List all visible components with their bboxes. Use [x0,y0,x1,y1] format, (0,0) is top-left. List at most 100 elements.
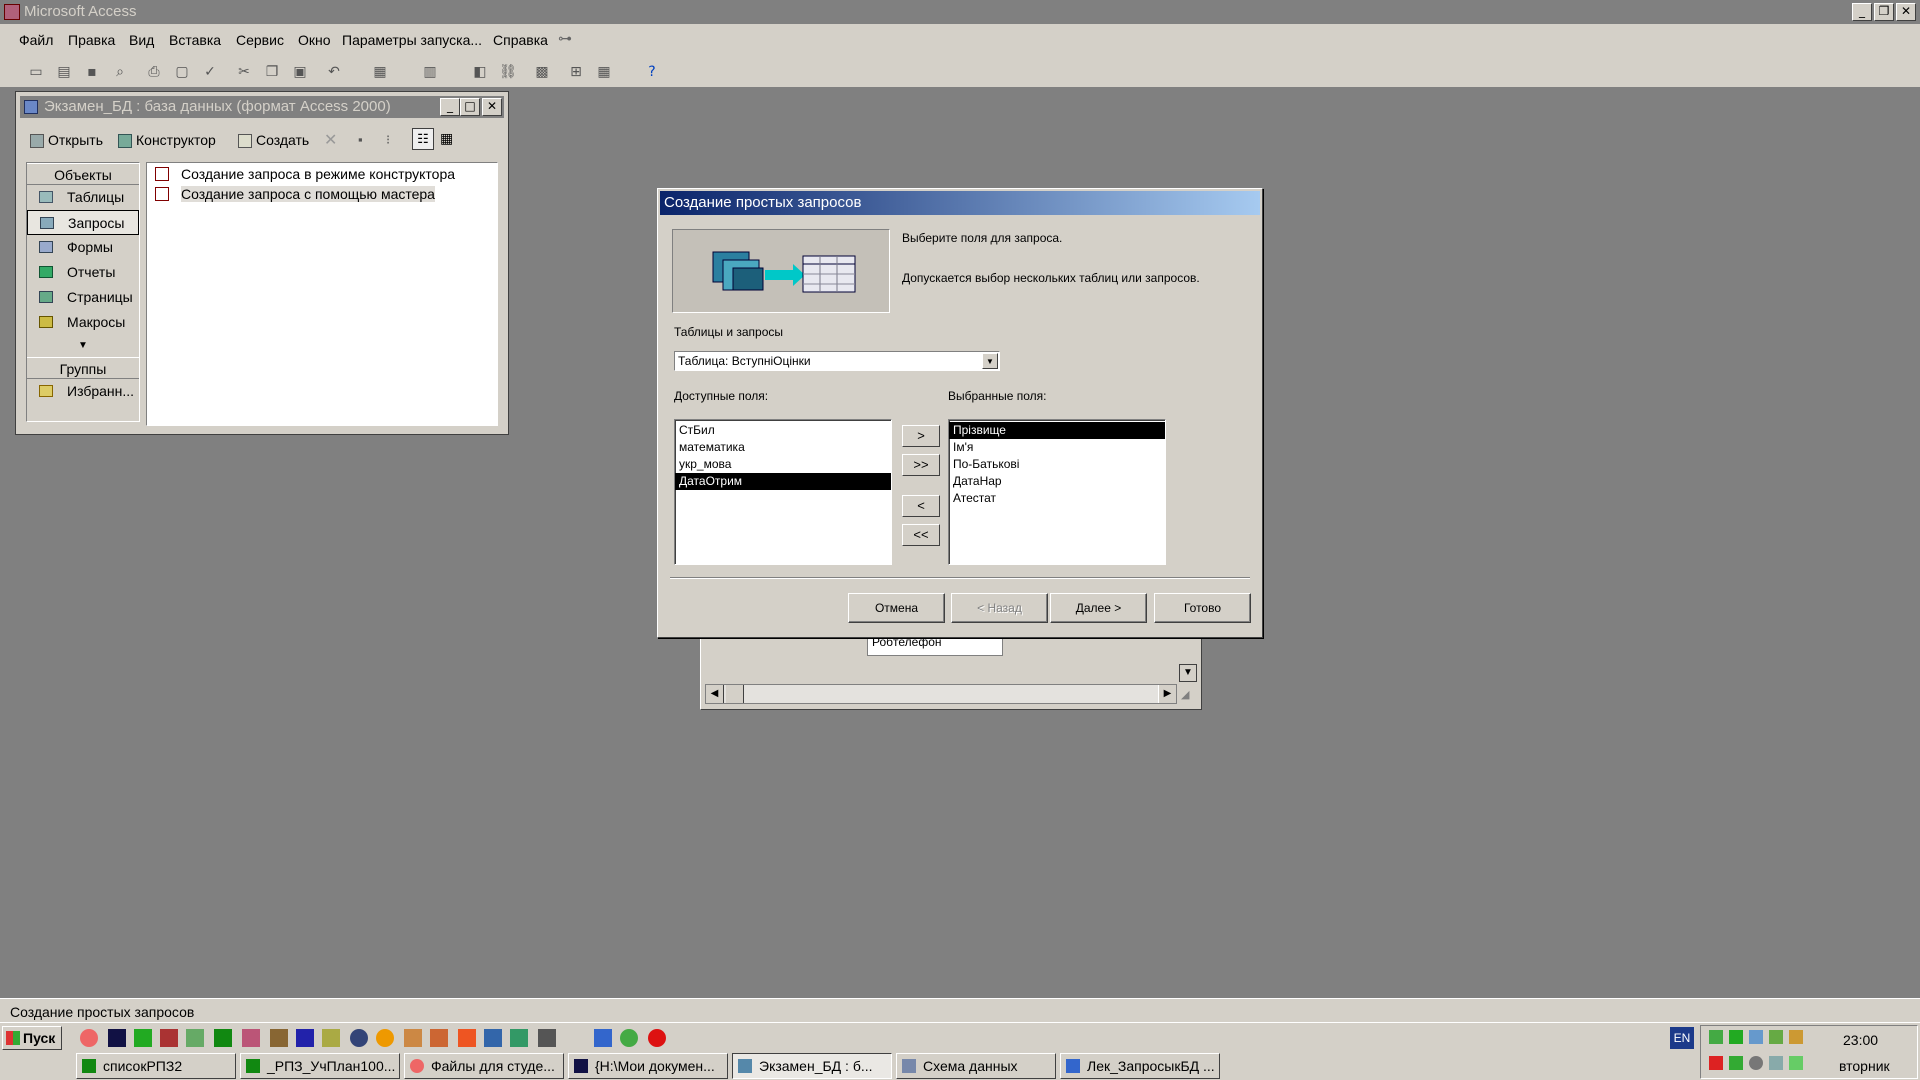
resize-grip-icon[interactable]: ◢ [1181,688,1199,706]
task-spisok[interactable]: списокРПЗ2 [76,1053,236,1079]
db-minimize-button[interactable]: _ [440,98,460,116]
list-item[interactable]: Атестат [949,490,1165,507]
tools-icon[interactable] [270,1029,288,1047]
sidebar-item-forms[interactable]: Формы [27,235,139,260]
sidebar-item-favorites[interactable]: Избранн... [27,379,139,404]
cancel-button[interactable]: Отмена [848,593,945,623]
winrar-icon[interactable] [160,1029,178,1047]
remove-field-button[interactable]: < [902,495,940,517]
clock-time[interactable]: 23:00 [1843,1032,1878,1048]
menu-help[interactable]: Справка [493,32,548,48]
tray-clock-icon[interactable] [1749,1056,1763,1070]
media-player-icon[interactable] [350,1029,368,1047]
scroll-right-button[interactable]: ▶ [1158,685,1176,703]
start-button[interactable]: Пуск [2,1026,62,1050]
chevron-down-icon[interactable]: ▼ [982,353,998,369]
task-files[interactable]: Файлы для студе... [404,1053,564,1079]
close-button[interactable]: ✕ [1896,3,1916,21]
minimize-button[interactable]: _ [1852,3,1872,21]
delete-icon[interactable]: ✕ [324,130,337,150]
scroll-thumb[interactable] [726,685,744,703]
scroll-down-button[interactable]: ▼ [1179,664,1197,682]
tray-network-icon[interactable] [1749,1030,1763,1044]
sidebar-item-tables[interactable]: Таблицы [27,185,139,210]
tray-sync-icon[interactable] [1769,1056,1783,1070]
selected-fields-list[interactable]: Прізвище Ім'я По-Батькові ДатаНар Атеста… [948,419,1166,565]
tray-h-icon[interactable] [1729,1030,1743,1044]
gear-icon[interactable] [322,1029,340,1047]
list-item[interactable]: СтБил [675,422,891,439]
cut-icon[interactable]: ✂ [234,62,254,82]
menu-window[interactable]: Окно [298,32,331,48]
total-commander-icon[interactable] [108,1029,126,1047]
list-item[interactable]: укр_мова [675,456,891,473]
list-item[interactable]: математика [675,439,891,456]
tray-app-icon[interactable] [1709,1030,1723,1044]
add-all-fields-button[interactable]: >> [902,454,940,476]
db-close-button[interactable]: ✕ [482,98,502,116]
spelling-icon[interactable]: ✓ [200,62,220,82]
list-item[interactable]: По-Батькові [949,456,1165,473]
new-icon[interactable]: ▭ [26,62,46,82]
paste-icon[interactable]: ▣ [290,62,310,82]
new-object-icon[interactable]: ▦ [594,62,614,82]
list-item[interactable]: ДатаНар [949,473,1165,490]
large-icons-icon[interactable]: ▪ [358,132,363,147]
task-lecture[interactable]: Лек_ЗапросыкБД ... [1060,1053,1220,1079]
next-button[interactable]: Далее > [1050,593,1147,623]
tray-antivirus-icon[interactable] [1709,1056,1723,1070]
open-icon[interactable]: ▤ [54,62,74,82]
access-icon[interactable] [242,1029,260,1047]
horizontal-scrollbar[interactable]: ◀ ▶ [705,684,1177,704]
teacher-icon[interactable] [404,1029,422,1047]
details-view-icon[interactable]: ▦ [440,130,453,147]
more-arrow-icon[interactable]: ▼ [27,335,139,357]
list-item-create-query-design[interactable]: Создание запроса в режиме конструктора [153,165,455,183]
menu-file[interactable]: Файл [19,32,53,48]
restore-button[interactable]: ❐ [1874,3,1894,21]
sidebar-item-reports[interactable]: Отчеты [27,260,139,285]
tray-volume-icon[interactable] [1789,1056,1803,1070]
excel-icon[interactable] [214,1029,232,1047]
save-icon[interactable]: ▪ [82,62,102,82]
relationships-tb-icon[interactable]: ⊞ [566,62,586,82]
available-fields-list[interactable]: СтБил математика укр_мова ДатаОтрим [674,419,892,565]
task-schema[interactable]: Схема данных [896,1053,1056,1079]
copy-icon[interactable]: ❐ [262,62,282,82]
chrome-icon[interactable] [620,1029,638,1047]
menu-startup-params[interactable]: Параметры запуска... [342,32,482,48]
tables-queries-select[interactable]: Таблица: ВступніОцінки ▼ [674,351,1000,371]
add-field-button[interactable]: > [902,425,940,447]
db-maximize-button[interactable]: □ [460,98,480,116]
list-view-icon[interactable]: ☷ [412,128,434,150]
firefox-icon[interactable] [80,1029,98,1047]
opera-icon[interactable] [648,1029,666,1047]
sidebar-item-macros[interactable]: Макросы [27,310,139,335]
word-icon[interactable] [594,1029,612,1047]
search-files-icon[interactable] [484,1029,502,1047]
office-links-icon[interactable]: ▦ [370,62,390,82]
undo-icon[interactable]: ↶ [324,62,344,82]
network-icon[interactable] [186,1029,204,1047]
tray-tools-icon[interactable] [1769,1030,1783,1044]
script-icon[interactable]: ⛓ [498,62,518,82]
list-item-create-query-wizard[interactable]: Создание запроса с помощью мастера [153,185,435,203]
sidebar-item-queries[interactable]: Запросы [27,210,139,235]
code-icon[interactable]: ◧ [470,62,490,82]
print-icon[interactable]: ⎙ [144,62,164,82]
menu-edit[interactable]: Правка [68,32,115,48]
scroll-left-button[interactable]: ◀ [706,685,724,703]
help-icon[interactable]: ? [642,62,662,82]
back-button[interactable]: < Назад [951,593,1048,623]
task-my-docs[interactable]: {H:\Мои докумен... [568,1053,728,1079]
aimp-icon[interactable] [376,1029,394,1047]
users-icon[interactable] [510,1029,528,1047]
language-indicator[interactable]: EN [1670,1027,1694,1049]
office-icon[interactable] [458,1029,476,1047]
sidebar-item-pages[interactable]: Страницы [27,285,139,310]
groups-header[interactable]: Группы [27,357,139,379]
app-h-icon[interactable] [134,1029,152,1047]
finish-button[interactable]: Готово [1154,593,1251,623]
search-file-icon[interactable]: ⌕ [110,62,130,82]
tray-windows-icon[interactable] [1729,1056,1743,1070]
